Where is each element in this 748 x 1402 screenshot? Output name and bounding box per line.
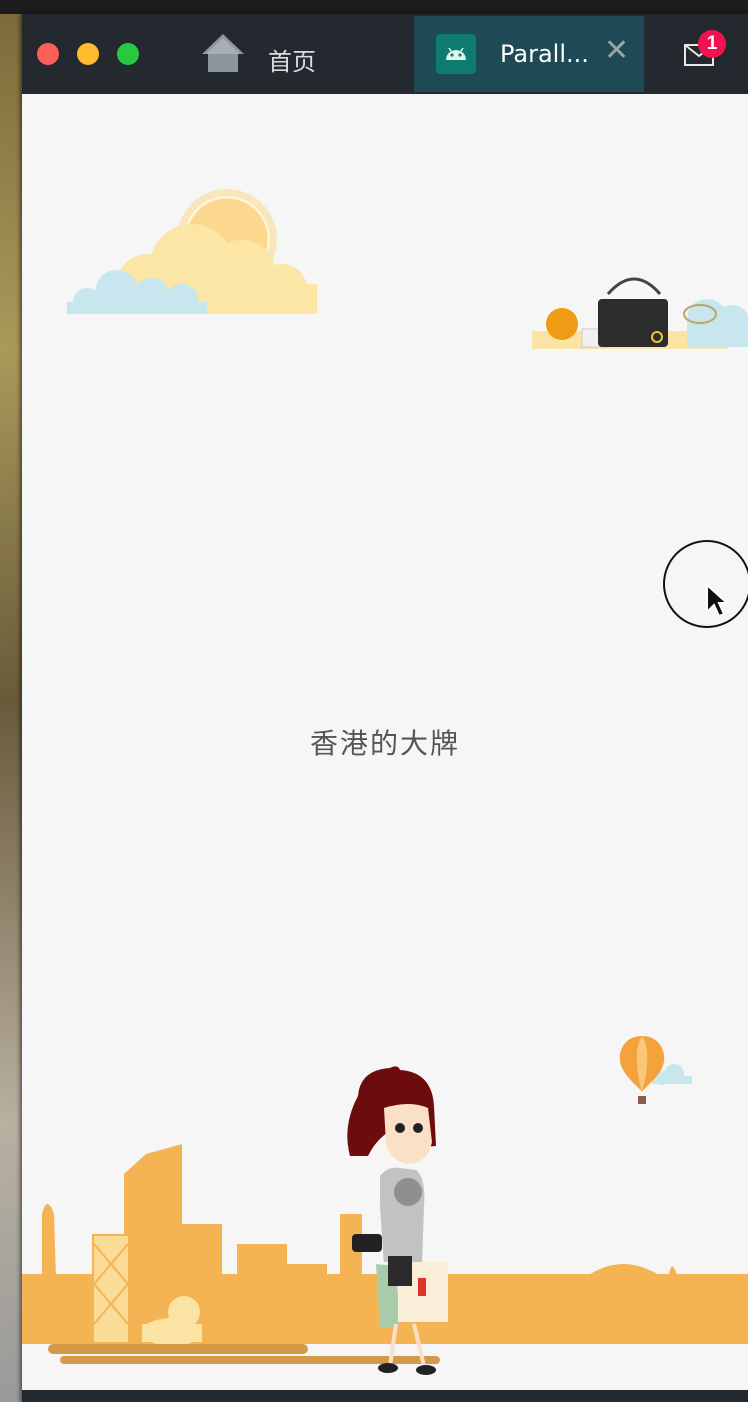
minimize-window-button[interactable] bbox=[77, 43, 99, 65]
notification-badge: 1 bbox=[698, 30, 726, 58]
balloon-illustration bbox=[619, 1036, 692, 1104]
tab-home[interactable]: 首页 bbox=[192, 24, 412, 86]
tab-parallax[interactable]: Parall... ✕ bbox=[414, 16, 644, 92]
cursor-icon bbox=[706, 584, 728, 618]
desktop-background bbox=[0, 0, 24, 1402]
tab-parallax-label: Parall... bbox=[500, 40, 589, 68]
parallax-content: 香港的大牌 bbox=[22, 94, 748, 1390]
sun-cloud-illustration bbox=[67, 189, 317, 314]
title-bar: 首页 Parall... ✕ 1 bbox=[22, 14, 748, 94]
android-icon bbox=[436, 34, 476, 74]
handbag-illustration bbox=[532, 277, 748, 349]
close-icon[interactable]: ✕ bbox=[604, 36, 629, 66]
girl-character-illustration bbox=[347, 1066, 448, 1375]
home-icon bbox=[202, 34, 244, 72]
app-window: 首页 Parall... ✕ 1 香港的大牌 bbox=[22, 14, 748, 1402]
tab-home-label: 首页 bbox=[268, 48, 316, 76]
page-title: 香港的大牌 bbox=[309, 727, 460, 760]
maximize-window-button[interactable] bbox=[117, 43, 139, 65]
close-window-button[interactable] bbox=[37, 43, 59, 65]
bottom-bar bbox=[22, 1390, 748, 1402]
system-menubar bbox=[0, 0, 748, 14]
